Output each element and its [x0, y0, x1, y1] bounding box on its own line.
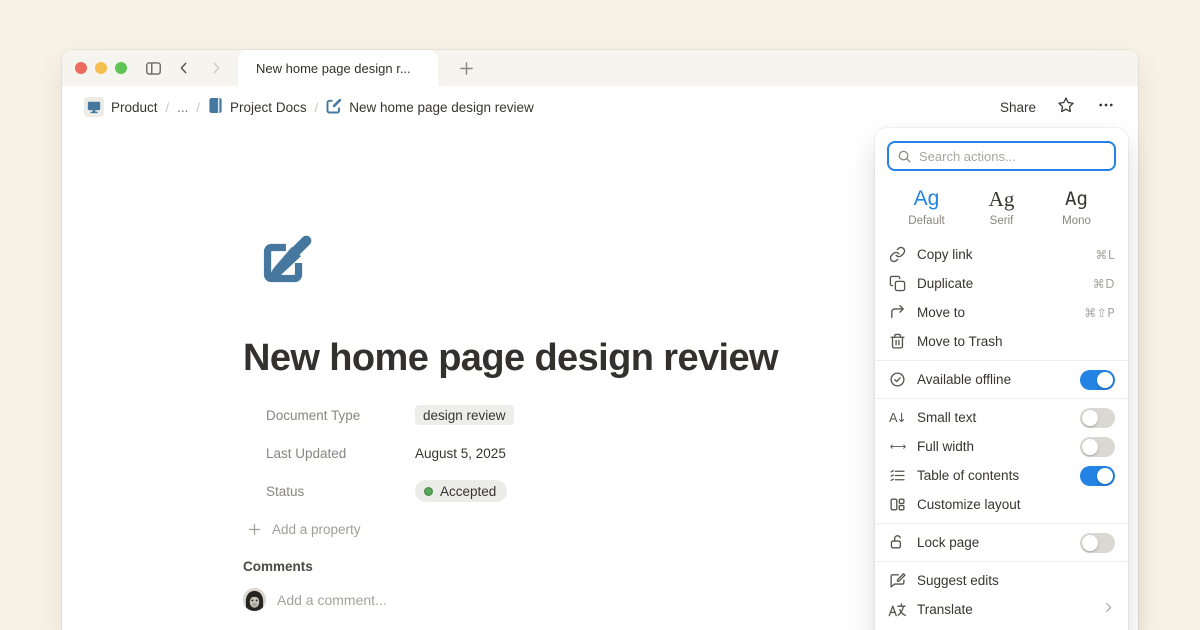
breadcrumb-item-collapsed[interactable]: ...	[177, 100, 188, 115]
monitor-icon	[84, 97, 104, 117]
trash-icon	[888, 332, 907, 351]
breadcrumb-separator: /	[196, 100, 200, 115]
breadcrumb-separator: /	[166, 100, 170, 115]
menu-item-customize-layout[interactable]: Customize layout	[876, 490, 1127, 519]
font-label: Mono	[1039, 215, 1114, 227]
add-property-label: Add a property	[272, 522, 361, 537]
menu-item-move-to[interactable]: Move to ⌘⇧P	[876, 298, 1127, 327]
menu-item-lock-page[interactable]: Lock page	[876, 528, 1127, 557]
menu-item-available-offline[interactable]: Available offline	[876, 365, 1127, 394]
close-window-icon[interactable]	[75, 62, 87, 74]
table-of-contents-toggle[interactable]	[1080, 466, 1115, 486]
suggest-edits-icon	[888, 571, 907, 590]
status-badge[interactable]: Accepted	[415, 480, 507, 502]
menu-divider	[876, 561, 1127, 562]
page-actions-menu: Ag Default Ag Serif Ag Mono Copy link ⌘L	[875, 128, 1128, 630]
breadcrumb-label: New home page design review	[349, 100, 534, 115]
breadcrumb-item-project-docs[interactable]: Project Docs	[208, 97, 307, 117]
minimize-window-icon[interactable]	[95, 62, 107, 74]
lock-page-toggle[interactable]	[1080, 533, 1115, 553]
breadcrumb-item-product[interactable]: Product	[84, 97, 158, 117]
topbar-actions: Share	[1000, 96, 1116, 119]
menu-divider	[876, 398, 1127, 399]
property-label: Last Updated	[243, 446, 415, 461]
sidebar-toggle-icon[interactable]	[141, 56, 165, 80]
menu-divider	[876, 360, 1127, 361]
property-label: Status	[243, 484, 415, 499]
font-label: Serif	[964, 215, 1039, 227]
move-to-icon	[888, 303, 907, 322]
search-icon	[897, 149, 912, 164]
menu-item-move-to-trash[interactable]: Move to Trash	[876, 327, 1127, 356]
shortcut-hint: ⌘D	[1093, 277, 1115, 291]
small-text-icon: A↓	[888, 408, 907, 427]
shortcut-hint: ⌘⇧P	[1084, 306, 1115, 320]
new-tab-icon[interactable]	[454, 56, 478, 80]
menu-item-copy-link[interactable]: Copy link ⌘L	[876, 240, 1127, 269]
document-icon	[208, 97, 223, 117]
menu-item-full-width[interactable]: ←→ Full width	[876, 432, 1127, 461]
full-width-toggle[interactable]	[1080, 437, 1115, 457]
search-actions-box[interactable]	[887, 141, 1116, 171]
link-icon	[888, 245, 907, 264]
gorilla-avatar	[243, 588, 266, 611]
breadcrumb-separator: /	[315, 100, 319, 115]
zoom-window-icon[interactable]	[115, 62, 127, 74]
property-tag[interactable]: design review	[415, 405, 514, 425]
font-option-mono[interactable]: Ag Mono	[1039, 181, 1114, 233]
toc-icon	[888, 466, 907, 485]
back-icon[interactable]	[172, 56, 196, 80]
edit-icon	[326, 98, 342, 117]
menu-list: Copy link ⌘L Duplicate ⌘D Move to ⌘⇧P	[875, 240, 1128, 624]
check-circle-icon	[888, 370, 907, 389]
font-picker: Ag Default Ag Serif Ag Mono	[875, 181, 1128, 233]
traffic-lights	[75, 62, 127, 74]
breadcrumb-item-current-page[interactable]: New home page design review	[326, 98, 534, 117]
tab-title: New home page design r...	[256, 61, 411, 76]
share-button[interactable]: Share	[1000, 100, 1036, 115]
full-width-icon: ←→	[888, 437, 907, 456]
font-sample: Ag	[1039, 186, 1114, 212]
breadcrumb-label: Project Docs	[230, 100, 307, 115]
more-options-icon[interactable]	[1096, 96, 1116, 119]
layout-icon	[888, 495, 907, 514]
shortcut-hint: ⌘L	[1095, 248, 1115, 262]
status-value: Accepted	[440, 484, 496, 499]
font-label: Default	[889, 215, 964, 227]
menu-item-small-text[interactable]: A↓ Small text	[876, 403, 1127, 432]
breadcrumb: Product / ... / Project Docs /	[84, 97, 534, 117]
chevron-right-icon	[1102, 601, 1115, 619]
font-sample: Ag	[964, 186, 1039, 212]
duplicate-icon	[888, 274, 907, 293]
forward-icon[interactable]	[204, 56, 228, 80]
tab-active[interactable]: New home page design r...	[238, 50, 438, 86]
font-option-serif[interactable]: Ag Serif	[964, 181, 1039, 233]
add-comment-input[interactable]: Add a comment...	[277, 592, 387, 608]
breadcrumb-label: Product	[111, 100, 158, 115]
font-sample: Ag	[889, 186, 964, 212]
search-actions-input[interactable]	[919, 149, 1106, 164]
plus-icon	[247, 522, 262, 537]
translate-icon	[888, 600, 907, 619]
menu-item-duplicate[interactable]: Duplicate ⌘D	[876, 269, 1127, 298]
menu-item-suggest-edits[interactable]: Suggest edits	[876, 566, 1127, 595]
property-label: Document Type	[243, 408, 415, 423]
small-text-toggle[interactable]	[1080, 408, 1115, 428]
paintbrush-square-icon[interactable]	[253, 233, 315, 295]
status-dot-icon	[424, 487, 433, 496]
unlock-icon	[888, 533, 907, 552]
favorite-star-icon[interactable]	[1057, 96, 1075, 119]
menu-item-table-of-contents[interactable]: Table of contents	[876, 461, 1127, 490]
desktop-background: New home page design r...	[0, 0, 1200, 630]
window-tab-bar: New home page design r...	[62, 50, 1138, 86]
available-offline-toggle[interactable]	[1080, 370, 1115, 390]
menu-item-translate[interactable]: Translate	[876, 595, 1127, 624]
property-value[interactable]: August 5, 2025	[415, 446, 506, 461]
menu-divider	[876, 523, 1127, 524]
breadcrumb-bar: Product / ... / Project Docs /	[62, 86, 1138, 128]
font-option-default[interactable]: Ag Default	[889, 181, 964, 233]
